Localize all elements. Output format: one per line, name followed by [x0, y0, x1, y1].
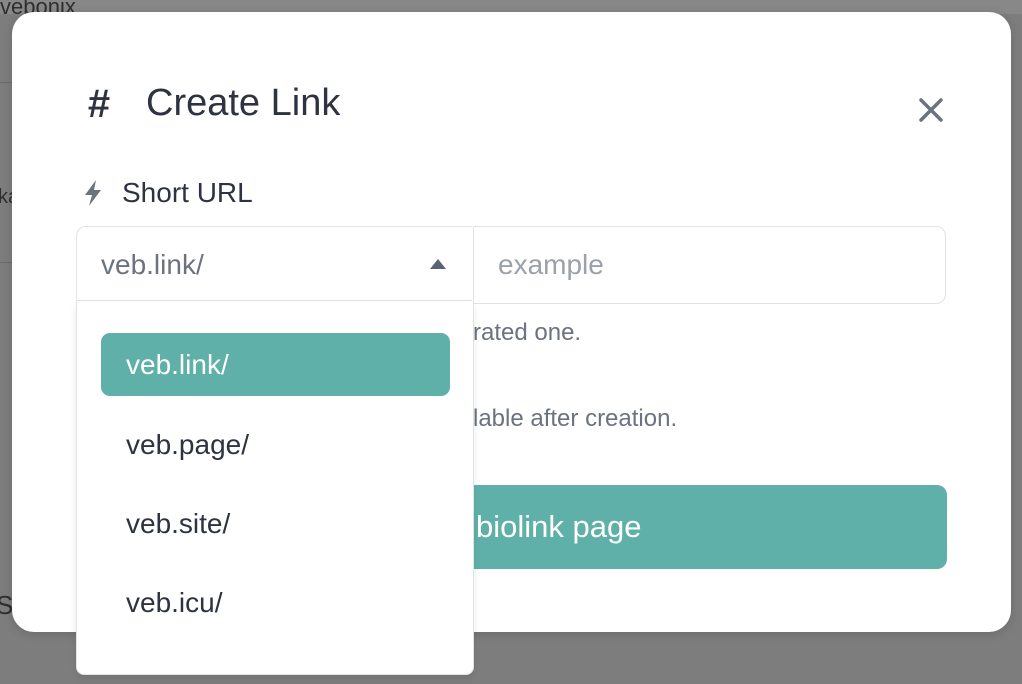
short-url-label-row: Short URL [82, 177, 253, 209]
slug-help-text: rated one. [473, 319, 582, 346]
creation-help-text: lable after creation. [473, 405, 678, 432]
caret-up-icon [430, 259, 446, 269]
bolt-icon [85, 180, 101, 206]
close-icon[interactable] [917, 96, 945, 124]
modal-title: Create Link [146, 82, 341, 124]
domain-select[interactable]: veb.link/ [76, 226, 472, 301]
create-biolink-button-label: biolink page [476, 509, 642, 544]
modal-header: # Create Link [82, 82, 340, 125]
dropdown-option[interactable]: veb.icu/ [101, 571, 450, 634]
dropdown-option[interactable]: veb.page/ [101, 413, 450, 476]
create-biolink-button[interactable]: biolink page [452, 485, 947, 569]
slug-input[interactable] [473, 226, 946, 304]
dropdown-option[interactable]: veb.link/ [101, 333, 450, 396]
dropdown-option[interactable]: veb.site/ [101, 492, 450, 555]
background-divider [0, 82, 12, 83]
domain-dropdown-menu: veb.link/ veb.page/ veb.site/ veb.icu/ [76, 302, 474, 675]
domain-select-value: veb.link/ [101, 249, 204, 280]
short-url-label: Short URL [122, 177, 253, 208]
hash-icon: # [87, 81, 111, 126]
background-divider [0, 262, 12, 263]
